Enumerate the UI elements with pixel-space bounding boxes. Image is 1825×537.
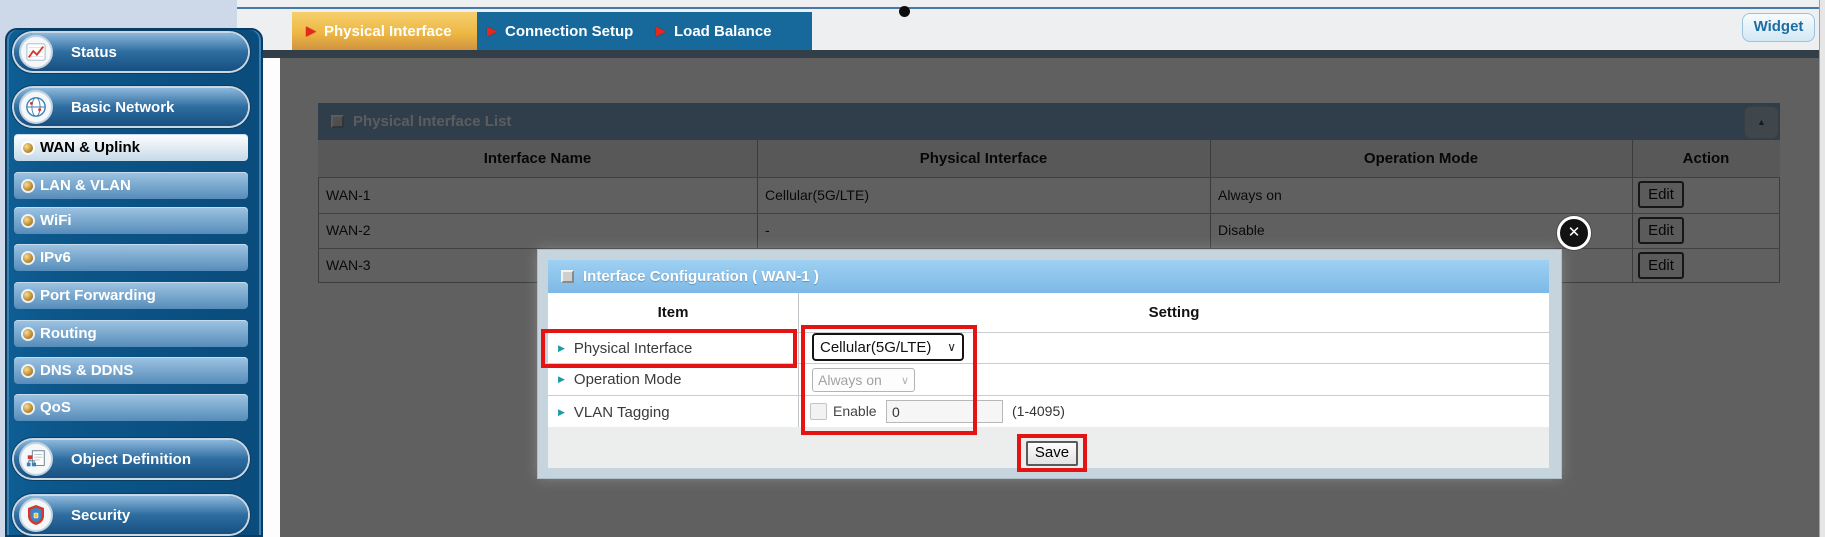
modal-title-bar: Interface Configuration ( WAN-1 ) [548, 260, 1549, 293]
router-admin-page: ▶ Physical Interface ▶ Connection Setup … [0, 0, 1825, 537]
modal-column-item: Item [548, 293, 798, 332]
bullet-dot-icon [23, 329, 33, 339]
bullet-dot-icon [23, 181, 33, 191]
highlight-box-save [1017, 434, 1087, 472]
sidebar-item-label: Routing [40, 325, 97, 342]
sidebar-item-label: QoS [40, 399, 71, 416]
tab-connection-setup[interactable]: ▶ Connection Setup [477, 12, 650, 50]
tab-label: Connection Setup [505, 23, 633, 40]
modal-title: Interface Configuration ( WAN-1 ) [583, 268, 819, 285]
object-definition-icon [19, 442, 53, 476]
tab-load-balance[interactable]: ▶ Load Balance [650, 12, 812, 50]
sidebar-item-label: Basic Network [71, 99, 174, 116]
vlan-range-hint: (1-4095) [1012, 403, 1065, 419]
bullet-dot-icon [23, 403, 33, 413]
globe-icon [19, 90, 53, 124]
tab-arrow-icon: ▶ [306, 23, 316, 39]
sidebar-item-status[interactable]: Status [14, 33, 248, 71]
modal-row-label-vlan-tagging: ▶ VLAN Tagging [558, 397, 670, 427]
sidebar-item-label: WAN & Uplink [40, 139, 140, 156]
modal-column-divider [798, 293, 799, 427]
sidebar-item-label: DNS & DDNS [40, 362, 133, 379]
sidebar-item-ipv6[interactable]: IPv6 [14, 244, 248, 271]
scrollbar[interactable] [1819, 0, 1825, 537]
sidebar-item-dns-ddns[interactable]: DNS & DDNS [14, 357, 248, 384]
tab-label: Physical Interface [324, 23, 452, 40]
sidebar-item-qos[interactable]: QoS [14, 394, 248, 421]
sidebar-item-label: Port Forwarding [40, 287, 156, 304]
bullet-dot-icon [23, 216, 33, 226]
highlight-box-physical-interface [541, 329, 797, 368]
bullet-dot-icon [23, 253, 33, 263]
sidebar-item-port-forwarding[interactable]: Port Forwarding [14, 282, 248, 309]
top-divider-line [237, 7, 1819, 9]
sidebar-item-lan-vlan[interactable]: LAN & VLAN [14, 172, 248, 199]
tab-arrow-icon: ▶ [487, 23, 497, 39]
tab-label: Load Balance [674, 23, 772, 40]
sidebar-item-object-definition[interactable]: Object Definition [14, 440, 248, 478]
tab-physical-interface[interactable]: ▶ Physical Interface [292, 12, 477, 50]
bullet-dot-icon [23, 291, 33, 301]
modal-row-divider [548, 395, 1549, 396]
sidebar-item-basic-network[interactable]: Basic Network [14, 88, 248, 126]
sidebar-item-label: LAN & VLAN [40, 177, 131, 194]
sidebar-item-label: Security [71, 507, 130, 524]
status-chart-icon [19, 35, 53, 69]
tab-underline-bar [237, 50, 1819, 58]
modal-row-label-operation-mode: ▶ Operation Mode [558, 364, 682, 394]
widget-button[interactable]: Widget [1742, 13, 1815, 42]
sidebar-item-security[interactable]: Security [14, 496, 248, 534]
tab-arrow-icon: ▶ [656, 23, 666, 39]
highlight-box-setting-controls [801, 325, 977, 435]
black-dot-marker [899, 6, 910, 17]
bullet-dot-icon [23, 143, 33, 153]
panel-square-icon [561, 270, 574, 283]
item-bullet-icon: ▶ [558, 374, 565, 385]
sidebar-item-label: Object Definition [71, 451, 191, 468]
item-bullet-icon: ▶ [558, 407, 565, 418]
sidebar-item-label: WiFi [40, 212, 72, 229]
sidebar-item-label: Status [71, 44, 117, 61]
sidebar-item-routing[interactable]: Routing [14, 320, 248, 347]
sidebar-item-wifi[interactable]: WiFi [14, 207, 248, 234]
close-icon[interactable]: ✕ [1557, 216, 1591, 250]
bullet-dot-icon [23, 366, 33, 376]
security-shield-icon [19, 498, 53, 532]
sidebar-item-wan-uplink[interactable]: WAN & Uplink [14, 134, 248, 161]
sidebar-item-label: IPv6 [40, 249, 71, 266]
